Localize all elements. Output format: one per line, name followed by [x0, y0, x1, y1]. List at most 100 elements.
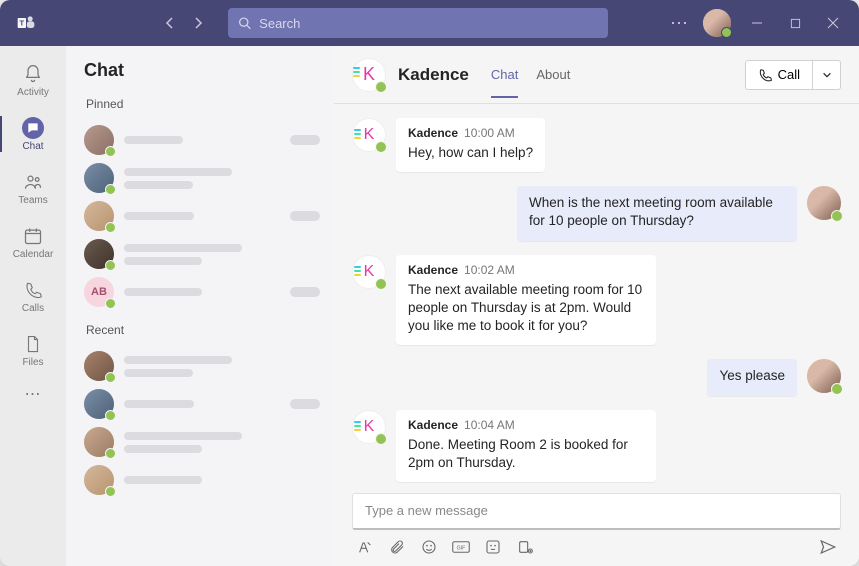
- phone-icon: [758, 68, 772, 82]
- nav-forward-button[interactable]: [186, 11, 210, 35]
- sticker-button[interactable]: [484, 538, 502, 556]
- conversation-panel: K Kadence Chat About Call: [334, 46, 859, 566]
- bot-avatar: K: [352, 410, 386, 444]
- bot-avatar: K: [352, 58, 386, 92]
- message-sender: Kadence: [408, 126, 458, 140]
- avatar: [84, 389, 114, 419]
- avatar: [84, 465, 114, 495]
- call-dropdown-button[interactable]: [813, 60, 841, 90]
- rail-more-button[interactable]: ⋯: [25, 384, 42, 404]
- message-text: Done. Meeting Room 2 is booked for 2pm o…: [408, 436, 644, 472]
- avatar: [84, 351, 114, 381]
- teams-icon: [22, 171, 44, 193]
- rail-label: Chat: [22, 141, 43, 152]
- recent-section-label: Recent: [86, 323, 320, 337]
- rail-calendar[interactable]: Calendar: [0, 216, 66, 268]
- chat-icon: [22, 117, 44, 139]
- conversation-header: K Kadence Chat About Call: [334, 46, 859, 104]
- teams-logo-icon: T: [14, 11, 38, 35]
- call-button-label: Call: [778, 67, 800, 82]
- rail-label: Calls: [22, 303, 44, 314]
- chat-list-item[interactable]: [84, 159, 320, 197]
- message-text: Yes please: [719, 367, 785, 385]
- message-sender: Kadence: [408, 418, 458, 432]
- search-input[interactable]: [259, 16, 598, 31]
- window-maximize-button[interactable]: [783, 11, 807, 35]
- chat-list-item[interactable]: [84, 197, 320, 235]
- more-compose-button[interactable]: [516, 538, 534, 556]
- compose-input[interactable]: [365, 503, 828, 518]
- rail-calls[interactable]: Calls: [0, 270, 66, 322]
- tab-chat[interactable]: Chat: [491, 67, 518, 98]
- svg-text:T: T: [20, 19, 25, 28]
- calendar-icon: [22, 225, 44, 247]
- rail-label: Activity: [17, 87, 49, 98]
- message-text: Hey, how can I help?: [408, 144, 533, 162]
- chat-list-item[interactable]: [84, 347, 320, 385]
- rail-label: Calendar: [13, 249, 54, 260]
- compose-toolbar: GIF: [352, 530, 841, 556]
- attach-button[interactable]: [388, 538, 406, 556]
- message-composer: GIF: [334, 487, 859, 566]
- avatar: [84, 163, 114, 193]
- message-row: K Kadence10:02 AM The next available mee…: [352, 255, 841, 346]
- chat-list-item[interactable]: [84, 423, 320, 461]
- avatar-initials: AB: [84, 277, 114, 307]
- chat-list-item[interactable]: AB: [84, 273, 320, 311]
- message-row: K Kadence 10:00 AM Hey, how can I help?: [352, 118, 841, 172]
- chat-list-item[interactable]: [84, 235, 320, 273]
- message-bubble[interactable]: Kadence 10:04 AM Done. Meeting Room 2 is …: [396, 410, 656, 482]
- more-options-button[interactable]: ⋯: [670, 13, 689, 34]
- user-avatar: [807, 359, 841, 393]
- message-bubble[interactable]: Kadence 10:00 AM Hey, how can I help?: [396, 118, 545, 172]
- chat-list-panel: Chat Pinned AB Recent: [66, 46, 334, 566]
- emoji-button[interactable]: [420, 538, 438, 556]
- nav-back-button[interactable]: [158, 11, 182, 35]
- conversation-title: Kadence: [398, 65, 469, 85]
- app-window: T ⋯ Activity: [0, 0, 859, 566]
- message-time: 10:04 AM: [464, 418, 515, 432]
- format-button[interactable]: [356, 538, 374, 556]
- search-icon: [238, 16, 251, 30]
- message-bubble[interactable]: When is the next meeting room available …: [517, 186, 797, 240]
- bot-avatar: K: [352, 118, 386, 152]
- message-bubble[interactable]: Kadence10:02 AM The next available meeti…: [396, 255, 656, 346]
- gif-button[interactable]: GIF: [452, 538, 470, 556]
- current-user-avatar[interactable]: [703, 9, 731, 37]
- nav-arrows: [158, 11, 210, 35]
- message-list: K Kadence 10:00 AM Hey, how can I help? W…: [334, 104, 859, 487]
- message-time: 10:00 AM: [464, 126, 515, 140]
- window-minimize-button[interactable]: [745, 11, 769, 35]
- message-row: Yes please: [352, 359, 841, 395]
- file-icon: [22, 333, 44, 355]
- app-rail: Activity Chat Teams Calendar Calls Files: [0, 46, 66, 566]
- chat-list-item[interactable]: [84, 385, 320, 423]
- message-row: K Kadence 10:04 AM Done. Meeting Room 2 i…: [352, 410, 841, 482]
- compose-input-box[interactable]: [352, 493, 841, 530]
- avatar: [84, 427, 114, 457]
- message-bubble[interactable]: Yes please: [707, 359, 797, 395]
- tab-about[interactable]: About: [536, 67, 570, 98]
- rail-label: Teams: [18, 195, 47, 206]
- phone-icon: [22, 279, 44, 301]
- avatar: [84, 201, 114, 231]
- message-text: The next available meeting room for 10 p…: [408, 281, 644, 336]
- message-sender: Kadence: [408, 263, 458, 277]
- search-box[interactable]: [228, 8, 608, 38]
- chat-list-item[interactable]: [84, 121, 320, 159]
- call-button[interactable]: Call: [745, 60, 813, 90]
- conversation-tabs: Chat About: [491, 67, 570, 82]
- avatar: [84, 125, 114, 155]
- rail-activity[interactable]: Activity: [0, 54, 66, 106]
- chat-list-title: Chat: [84, 60, 320, 81]
- chevron-down-icon: [822, 70, 832, 80]
- user-avatar: [807, 186, 841, 220]
- rail-files[interactable]: Files: [0, 324, 66, 376]
- rail-label: Files: [22, 357, 43, 368]
- send-button[interactable]: [819, 538, 837, 556]
- window-close-button[interactable]: [821, 11, 845, 35]
- title-bar: T ⋯: [0, 0, 859, 46]
- rail-chat[interactable]: Chat: [0, 108, 66, 160]
- rail-teams[interactable]: Teams: [0, 162, 66, 214]
- chat-list-item[interactable]: [84, 461, 320, 499]
